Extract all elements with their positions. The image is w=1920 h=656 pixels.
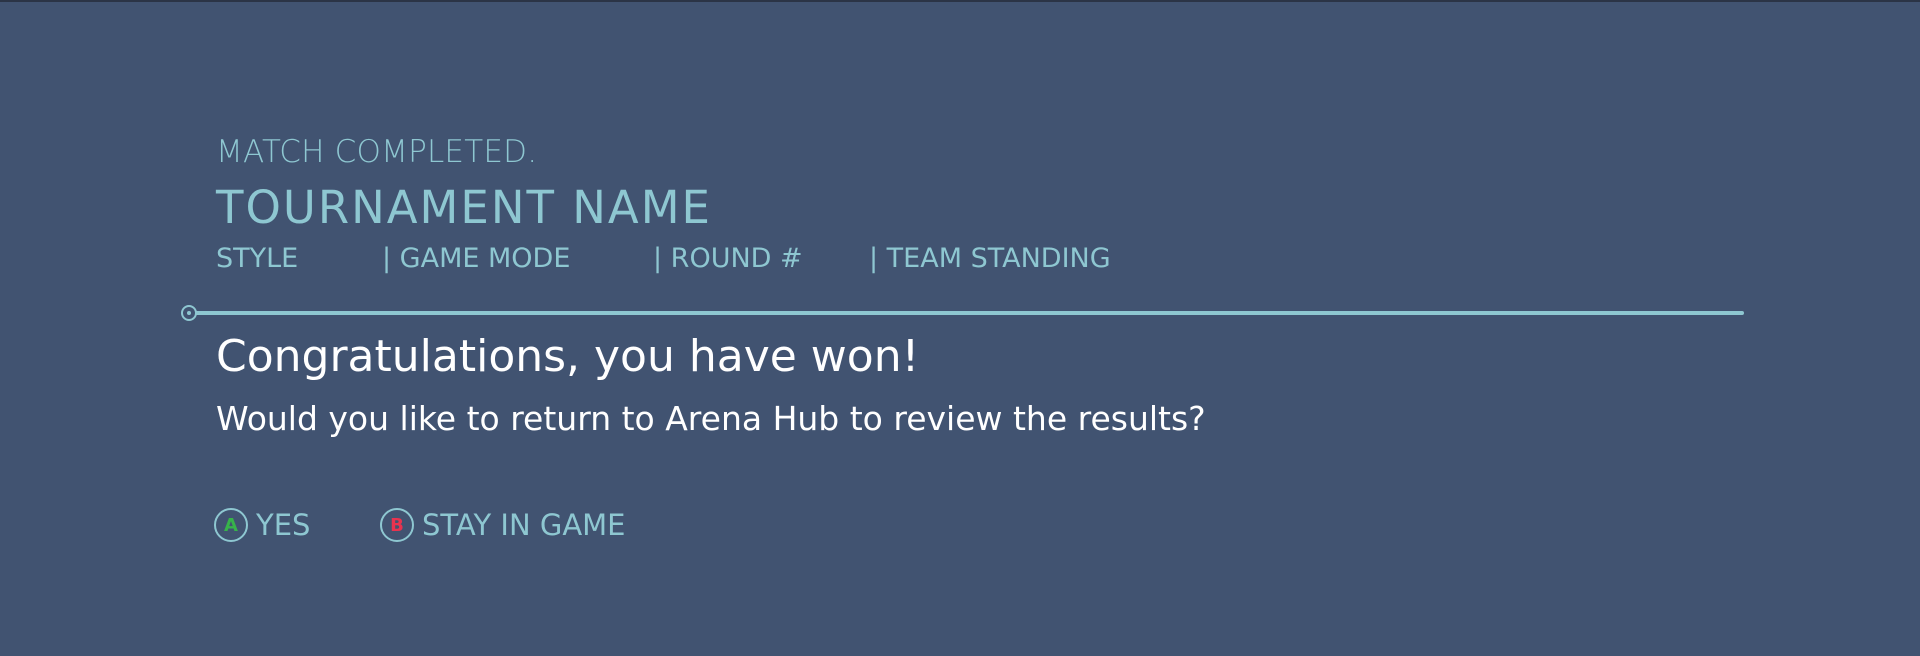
meta-round: | ROUND #: [653, 243, 803, 274]
return-prompt: Would you like to return to Arena Hub to…: [216, 399, 1206, 438]
stay-in-game-label: STAY IN GAME: [422, 508, 626, 542]
meta-game-mode: | GAME MODE: [382, 243, 571, 274]
top-border: [0, 0, 1920, 2]
match-status: MATCH COMPLETED.: [216, 134, 538, 170]
meta-style: STYLE: [216, 243, 299, 274]
meta-team-standing: | TEAM STANDING: [869, 243, 1111, 274]
divider-dot-icon: [181, 305, 197, 321]
match-complete-screen: MATCH COMPLETED. TOURNAMENT NAME STYLE |…: [0, 0, 1920, 656]
yes-label: YES: [256, 508, 311, 542]
b-button-icon: B: [380, 508, 414, 542]
yes-button[interactable]: A YES: [214, 505, 310, 545]
stay-in-game-button[interactable]: B STAY IN GAME: [380, 505, 626, 545]
win-headline: Congratulations, you have won!: [216, 331, 920, 382]
tournament-title: TOURNAMENT NAME: [216, 181, 712, 234]
section-divider: [188, 311, 1744, 315]
a-button-icon: A: [214, 508, 248, 542]
